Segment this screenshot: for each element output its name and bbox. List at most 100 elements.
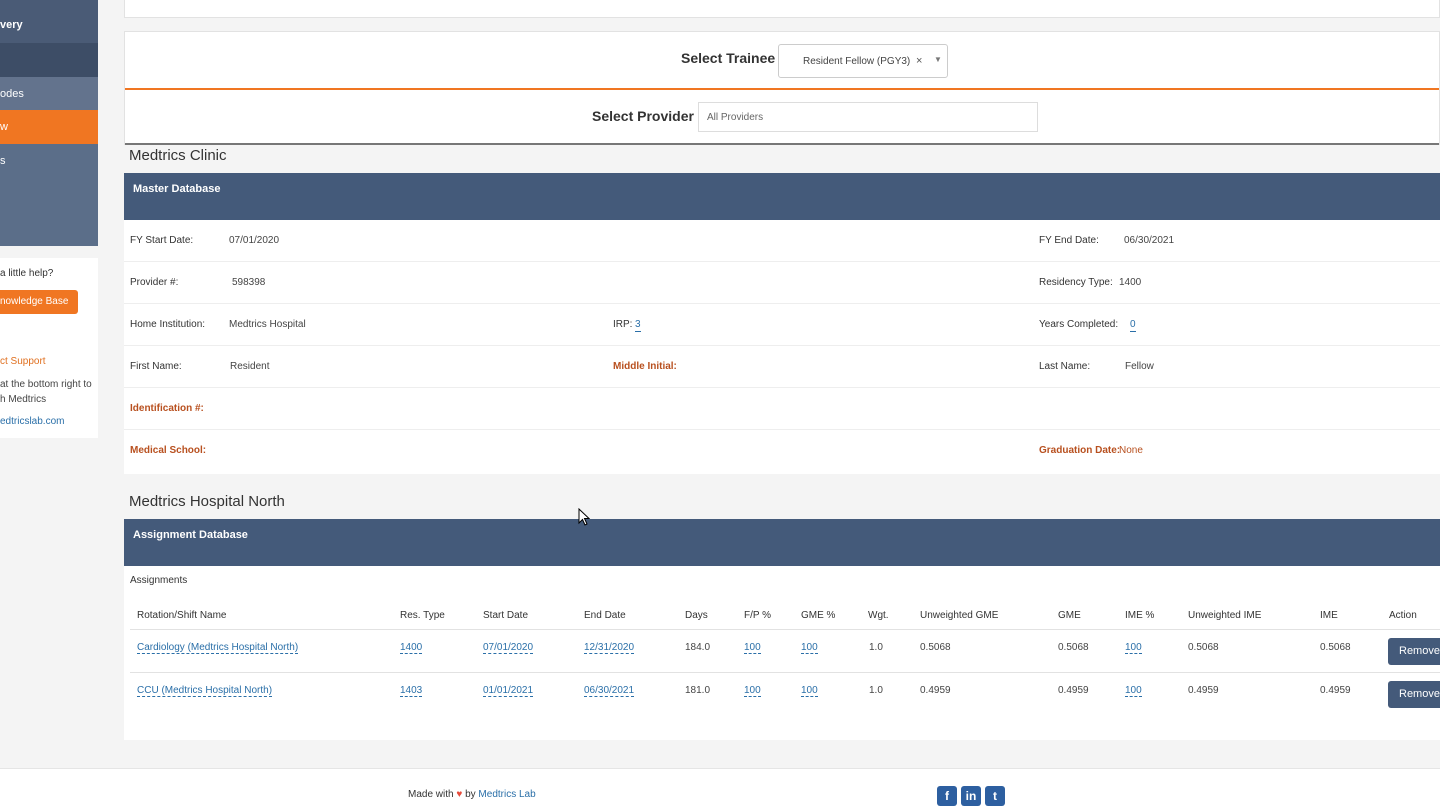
select-provider-label: Select Provider xyxy=(592,108,694,124)
ime-value: 0.5068 xyxy=(1320,642,1351,653)
ime-pct-link[interactable]: 100 xyxy=(1125,685,1142,697)
facebook-icon[interactable]: f xyxy=(937,786,957,806)
cursor-icon xyxy=(578,508,590,526)
column-header: F/P % xyxy=(744,610,772,621)
end-date-link[interactable]: 12/31/2020 xyxy=(584,642,635,654)
fy-end-value: 06/30/2021 xyxy=(1124,235,1175,246)
end-date-link[interactable]: 06/30/2021 xyxy=(584,685,635,697)
provider-number-value: 598398 xyxy=(232,277,266,288)
sidebar-item-review-selected[interactable]: w xyxy=(0,110,98,144)
trainee-select[interactable]: Resident Fellow (PGY3) × ▼ xyxy=(778,44,948,78)
knowledge-base-button[interactable]: nowledge Base xyxy=(0,290,78,314)
unweighted-ime-value: 0.5068 xyxy=(1188,642,1219,653)
gme-value: 0.5068 xyxy=(1058,642,1089,653)
chevron-down-icon[interactable]: ▼ xyxy=(934,55,942,64)
twitter-icon[interactable]: t xyxy=(985,786,1005,806)
fy-start-label: FY Start Date: xyxy=(130,235,194,246)
gme-value: 0.4959 xyxy=(1058,685,1089,696)
panel-title: Master Database xyxy=(124,173,1440,220)
panel-title: Assignment Database xyxy=(124,519,1440,566)
gme-pct-link[interactable]: 100 xyxy=(801,685,818,697)
select-trainee-label: Select Trainee xyxy=(681,50,776,66)
medical-school-label: Medical School: xyxy=(130,445,207,456)
middle-initial-label: Middle Initial: xyxy=(613,361,677,372)
side-nav: very odes w s xyxy=(0,0,98,246)
medtrics-lab-link[interactable]: Medtrics Lab xyxy=(478,789,535,800)
residency-type-value: 1400 xyxy=(1119,277,1142,288)
master-database-panel: Master Database FY Start Date: 07/01/202… xyxy=(124,173,1440,474)
column-header: Action xyxy=(1389,610,1417,621)
ime-pct-link[interactable]: 100 xyxy=(1125,642,1142,654)
clear-icon[interactable]: × xyxy=(916,55,922,67)
footer: Made with ♥ by Medtrics Lab f in t xyxy=(0,768,1440,810)
provider-select[interactable]: All Providers xyxy=(698,102,1038,132)
sidebar-item-codes[interactable]: odes xyxy=(0,77,98,110)
assignment-database-panel: Assignment Database Assignments Rotation… xyxy=(124,519,1440,740)
unweighted-gme-value: 0.5068 xyxy=(920,642,951,653)
top-card xyxy=(124,0,1440,18)
first-name-label: First Name: xyxy=(130,361,182,372)
column-header: Res. Type xyxy=(400,610,445,621)
table-row: Cardiology (Medtrics Hospital North) 140… xyxy=(130,629,1440,672)
start-date-link[interactable]: 01/01/2021 xyxy=(483,685,534,697)
home-institution-label: Home Institution: xyxy=(130,319,206,330)
gme-pct-link[interactable]: 100 xyxy=(801,642,818,654)
column-header: Wgt. xyxy=(868,610,889,621)
column-header: Start Date xyxy=(483,610,529,621)
contact-support-text: at the bottom right to xyxy=(0,379,92,390)
column-header: GME xyxy=(1058,610,1081,621)
contact-support-title: ct Support xyxy=(0,356,46,367)
unweighted-ime-value: 0.4959 xyxy=(1188,685,1219,696)
divider xyxy=(125,88,1439,90)
res-type-link[interactable]: 1403 xyxy=(400,685,423,697)
days-value: 184.0 xyxy=(685,642,711,653)
sidebar-item-label: very xyxy=(0,19,23,31)
identification-label: Identification #: xyxy=(130,403,204,414)
days-value: 181.0 xyxy=(685,685,711,696)
selector-card: Select Trainee Resident Fellow (PGY3) × … xyxy=(124,31,1440,145)
trainee-selected-value: Resident Fellow (PGY3) xyxy=(803,56,911,67)
wgt-value: 1.0 xyxy=(869,685,883,696)
column-header: GME % xyxy=(801,610,836,621)
res-type-link[interactable]: 1400 xyxy=(400,642,423,654)
fp-pct-link[interactable]: 100 xyxy=(744,685,761,697)
fp-pct-link[interactable]: 100 xyxy=(744,642,761,654)
rotation-link[interactable]: CCU (Medtrics Hospital North) xyxy=(137,685,273,697)
assignments-label: Assignments xyxy=(130,575,188,586)
residency-type-label: Residency Type: xyxy=(1039,277,1113,288)
support-email-link[interactable]: edtricslab.com xyxy=(0,416,64,427)
unweighted-gme-value: 0.4959 xyxy=(920,685,951,696)
graduation-date-value: None xyxy=(1119,445,1143,456)
sidebar-item-discovery[interactable]: very xyxy=(0,0,98,43)
column-header: IME xyxy=(1320,610,1338,621)
fy-end-label: FY End Date: xyxy=(1039,235,1099,246)
made-with-text: Made with ♥ by Medtrics Lab xyxy=(408,789,536,800)
first-name-value: Resident xyxy=(230,361,270,372)
info-row: Medical School: Graduation Date: None xyxy=(124,430,1440,472)
column-header: End Date xyxy=(584,610,626,621)
sidebar: very odes w s a little help? nowledge Ba… xyxy=(0,0,98,810)
remove-button[interactable]: Remove xyxy=(1388,681,1440,708)
provider-number-label: Provider #: xyxy=(130,277,179,288)
heart-icon: ♥ xyxy=(456,789,463,800)
years-completed-link[interactable]: 0 xyxy=(1130,319,1136,332)
remove-button[interactable]: Remove xyxy=(1388,638,1440,665)
irp-label: IRP: xyxy=(613,319,633,330)
years-completed-label: Years Completed: xyxy=(1039,319,1119,330)
last-name-label: Last Name: xyxy=(1039,361,1091,372)
column-header: Days xyxy=(685,610,708,621)
info-row: FY Start Date: 07/01/2020 FY End Date: 0… xyxy=(124,220,1440,262)
irp-link[interactable]: 3 xyxy=(635,319,641,332)
rotation-link[interactable]: Cardiology (Medtrics Hospital North) xyxy=(137,642,299,654)
ime-value: 0.4959 xyxy=(1320,685,1351,696)
hospital-north-title: Medtrics Hospital North xyxy=(129,493,285,510)
start-date-link[interactable]: 07/01/2020 xyxy=(483,642,534,654)
sidebar-item-active[interactable] xyxy=(0,43,98,77)
home-institution-value: Medtrics Hospital xyxy=(229,319,306,330)
wgt-value: 1.0 xyxy=(869,642,883,653)
help-question: a little help? xyxy=(0,268,54,279)
last-name-value: Fellow xyxy=(1125,361,1154,372)
linkedin-icon[interactable]: in xyxy=(961,786,981,806)
sidebar-item-settings[interactable]: s xyxy=(0,144,98,178)
info-row: Identification #: xyxy=(124,388,1440,430)
